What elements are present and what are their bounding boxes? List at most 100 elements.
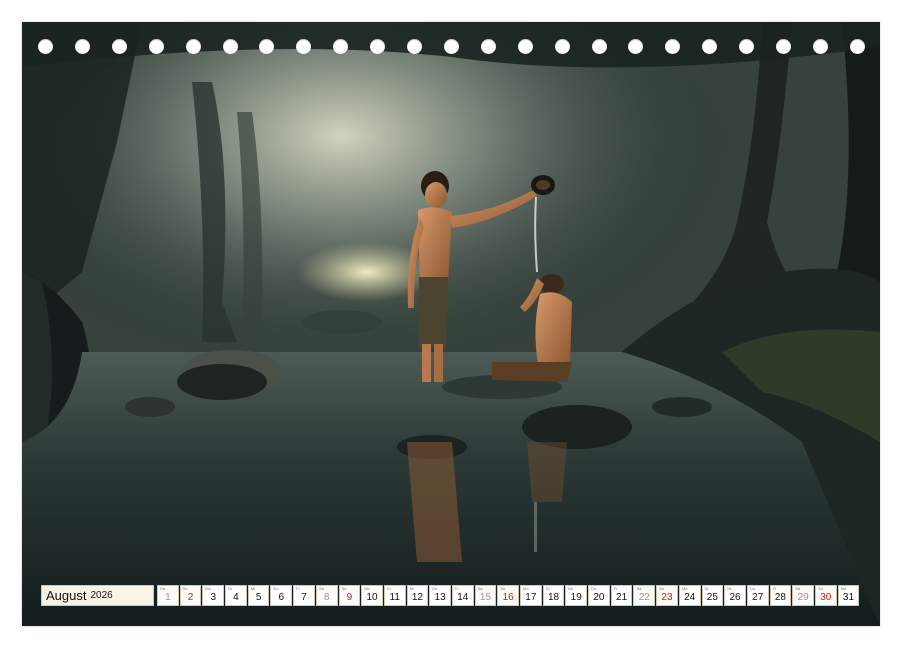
weekday-abbrev: Do bbox=[273, 586, 279, 591]
weekday-abbrev: Mo bbox=[840, 586, 847, 591]
day-cell: Mo 31 bbox=[837, 585, 860, 606]
weekday-abbrev: Fr bbox=[296, 586, 300, 591]
weekday-abbrev: Sa bbox=[318, 586, 324, 591]
day-cell: Di 4 bbox=[225, 585, 247, 606]
day-cell: Fr 28 bbox=[769, 585, 792, 606]
weekday-abbrev: Sa bbox=[795, 586, 801, 591]
weekday-abbrev: Fr bbox=[454, 586, 459, 591]
weekday-abbrev: Mi bbox=[250, 586, 255, 591]
day-cell: So 9 bbox=[338, 585, 361, 606]
weekday-abbrev: So bbox=[182, 586, 188, 591]
day-cell: Do 13 bbox=[429, 585, 451, 606]
month-label: August 2026 bbox=[41, 585, 154, 606]
weekday-abbrev: So bbox=[817, 586, 823, 591]
binding-hole bbox=[591, 39, 607, 54]
day-cell: So 16 bbox=[497, 585, 519, 606]
day-number: 20 bbox=[593, 592, 605, 603]
weekday-abbrev: Sa bbox=[477, 586, 483, 591]
binding-hole bbox=[38, 39, 53, 54]
day-cell: Mo 3 bbox=[202, 585, 225, 606]
day-cell: So 30 bbox=[814, 585, 837, 606]
binding-hole bbox=[443, 39, 459, 54]
photo-boys-bathing-in-forest-stream bbox=[22, 22, 880, 626]
weekday-abbrev: Mi bbox=[727, 586, 732, 591]
day-number: 1 bbox=[165, 592, 171, 603]
day-number: 4 bbox=[233, 592, 239, 603]
day-cell: Sa 1 bbox=[157, 585, 179, 606]
day-cell: Fr 21 bbox=[610, 585, 633, 606]
weekday-abbrev: Fr bbox=[613, 586, 618, 591]
day-number: 22 bbox=[638, 592, 650, 603]
calendar-strip: August 2026 Sa 1 So 2 Mo 3 Di 4 Mi 5 Do 6 Fr 7 Sa 8 So 9 M… bbox=[41, 585, 861, 606]
day-cell: Do 20 bbox=[588, 585, 610, 606]
binding-hole bbox=[628, 39, 644, 54]
weekday-abbrev: Sa bbox=[636, 586, 642, 591]
day-cell: Di 25 bbox=[701, 585, 724, 606]
day-number: 18 bbox=[547, 592, 560, 603]
binding-hole bbox=[739, 39, 755, 54]
binding-hole bbox=[407, 39, 422, 54]
day-number: 29 bbox=[797, 592, 809, 603]
day-cell: Sa 29 bbox=[792, 585, 814, 606]
binding-hole bbox=[812, 39, 828, 54]
day-number: 8 bbox=[323, 592, 330, 603]
weekday-abbrev: Di bbox=[704, 586, 709, 591]
binding-hole bbox=[74, 39, 90, 54]
binding-hole bbox=[111, 39, 127, 54]
weekday-abbrev: Do bbox=[591, 586, 597, 591]
day-number: 15 bbox=[479, 592, 492, 603]
day-number: 14 bbox=[457, 592, 469, 603]
day-cell: Fr 7 bbox=[293, 585, 315, 606]
day-number: 13 bbox=[434, 592, 446, 603]
weekday-abbrev: Fr bbox=[772, 586, 777, 591]
day-number: 23 bbox=[661, 592, 673, 603]
day-cell: Do 27 bbox=[746, 585, 769, 606]
day-number: 2 bbox=[187, 592, 194, 603]
day-cell: Di 18 bbox=[542, 585, 565, 606]
day-number: 26 bbox=[729, 592, 741, 603]
weekday-abbrev: So bbox=[659, 586, 665, 591]
day-number: 10 bbox=[366, 592, 378, 603]
year: 2026 bbox=[90, 590, 113, 601]
day-number: 28 bbox=[774, 592, 786, 603]
day-cell: Mo 24 bbox=[678, 585, 701, 606]
weekday-abbrev: So bbox=[341, 586, 347, 591]
binding-hole bbox=[702, 39, 718, 54]
day-cell: Sa 15 bbox=[474, 585, 497, 606]
weekday-abbrev: Di bbox=[545, 586, 550, 591]
day-cell: Mo 17 bbox=[520, 585, 542, 606]
binding-hole bbox=[554, 39, 570, 54]
day-cell: Do 6 bbox=[270, 585, 293, 606]
day-cell: Sa 22 bbox=[633, 585, 656, 606]
day-number: 21 bbox=[616, 592, 628, 603]
weekday-abbrev: Mi bbox=[409, 586, 414, 591]
binding-hole bbox=[333, 39, 349, 54]
day-number: 11 bbox=[389, 592, 400, 603]
day-number: 30 bbox=[820, 592, 832, 603]
binding-hole bbox=[259, 39, 275, 54]
weekday-abbrev: Mo bbox=[205, 586, 211, 591]
binding-hole bbox=[296, 39, 312, 54]
weekday-abbrev: Sa bbox=[160, 586, 165, 591]
weekday-abbrev: So bbox=[500, 586, 506, 591]
binding-hole bbox=[776, 39, 791, 54]
spiral-binding bbox=[22, 39, 880, 55]
day-number: 27 bbox=[752, 592, 764, 603]
day-cell: Sa 8 bbox=[315, 585, 338, 606]
weekday-abbrev: Mo bbox=[364, 586, 370, 591]
day-cell: Di 11 bbox=[383, 585, 406, 606]
day-number: 9 bbox=[346, 592, 353, 603]
binding-hole bbox=[665, 39, 681, 54]
day-cell: Mi 12 bbox=[406, 585, 429, 606]
day-number: 17 bbox=[525, 592, 537, 603]
day-number: 19 bbox=[570, 592, 582, 603]
day-number: 12 bbox=[411, 592, 423, 603]
binding-hole bbox=[849, 39, 865, 54]
weekday-abbrev: Mi bbox=[568, 586, 573, 591]
day-cell: Mi 19 bbox=[565, 585, 588, 606]
binding-hole bbox=[370, 39, 386, 54]
calendar-page: August 2026 Sa 1 So 2 Mo 3 Di 4 Mi 5 Do 6 Fr 7 Sa 8 So 9 M… bbox=[22, 22, 880, 626]
day-number: 7 bbox=[301, 592, 307, 603]
weekday-abbrev: Mo bbox=[681, 586, 688, 591]
day-cell: So 2 bbox=[179, 585, 202, 606]
